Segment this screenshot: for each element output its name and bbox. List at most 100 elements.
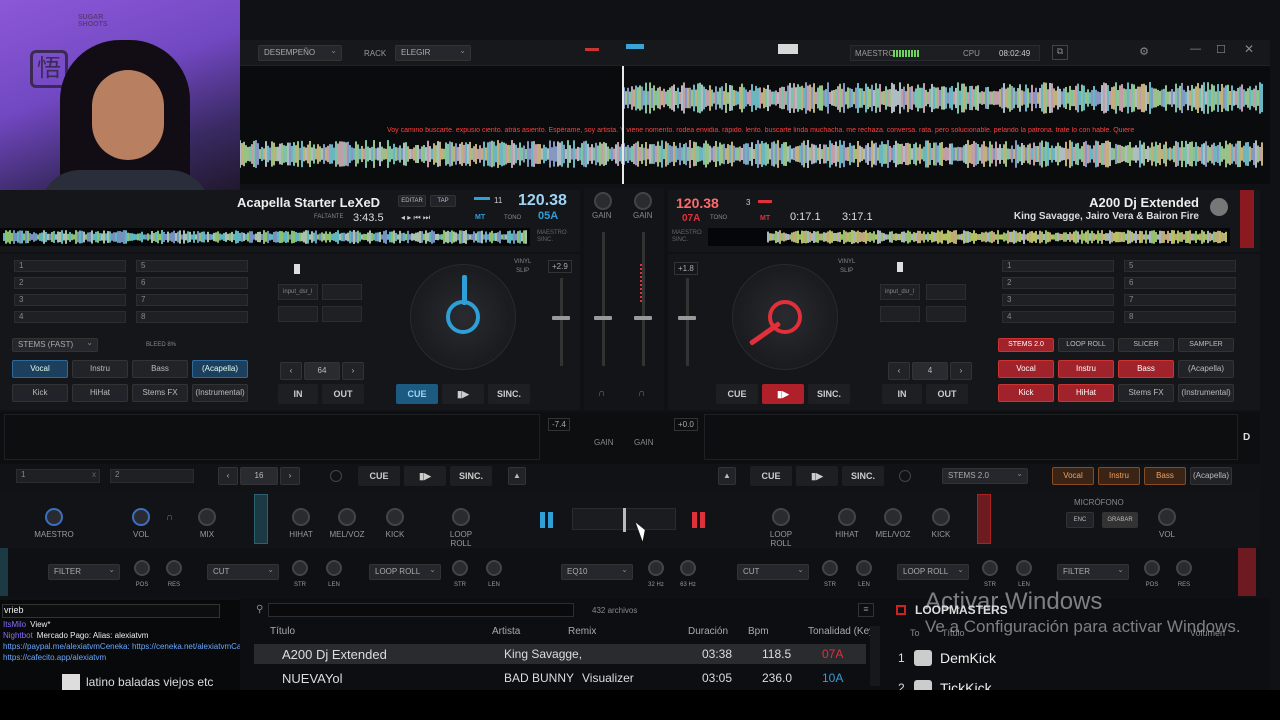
fx-knob-2[interactable]: [292, 560, 308, 576]
volume-fader-left[interactable]: [594, 316, 612, 320]
mic-rec-button[interactable]: GRABAR: [1102, 512, 1138, 528]
view-toggle-icon[interactable]: [778, 44, 798, 54]
gain-knob-right[interactable]: [634, 192, 652, 210]
deck_right-hotcue-8[interactable]: 8: [1124, 311, 1236, 323]
eq-knob-knobs.right-1[interactable]: [838, 508, 856, 526]
deck-right-fx-slot[interactable]: input_dsr_l: [880, 284, 920, 300]
eq-knob-knobs.left-3[interactable]: [452, 508, 470, 526]
deck_right-stem-1-3[interactable]: (Instrumental): [1178, 384, 1234, 402]
waveform-overview[interactable]: Voy camino buscarte. expusio ciento. atr…: [239, 66, 1270, 184]
deck-left-pitch-track[interactable]: [560, 278, 563, 366]
fx-knob-4[interactable]: [452, 560, 468, 576]
deck4-cue-button[interactable]: CUE: [750, 466, 792, 486]
browser-col-4[interactable]: Bpm: [748, 626, 769, 637]
deck-left-cue-button[interactable]: CUE: [396, 384, 438, 404]
fx-eq-select[interactable]: EQ10: [561, 563, 633, 580]
rack-select[interactable]: ELEGIR: [395, 44, 471, 61]
deck_left-hotcue-4[interactable]: 4: [14, 311, 126, 323]
crossfader-left-assign-icon[interactable]: [540, 512, 556, 528]
deck_left-hotcue-5[interactable]: 5: [136, 260, 248, 272]
deck3-slot-1[interactable]: 1x: [16, 469, 100, 483]
deck3-side-tab[interactable]: [254, 494, 268, 544]
close-icon[interactable]: ✕: [1244, 42, 1254, 56]
deck-left-fx-slot-3[interactable]: [278, 306, 318, 322]
record-button-icon[interactable]: ⧉: [1052, 45, 1068, 60]
deck3-sync-icon[interactable]: [330, 470, 342, 482]
deck_left-hotcue-1[interactable]: 1: [14, 260, 126, 272]
deck-left-out-button[interactable]: OUT: [322, 384, 364, 404]
fx-filter-left-select[interactable]: FILTER: [48, 563, 120, 580]
deck-right-play-button[interactable]: ▮▶: [762, 384, 804, 404]
volume-track-left[interactable]: [602, 232, 605, 366]
deck4-eject-icon[interactable]: ▲: [718, 467, 736, 485]
deck3-play-button[interactable]: ▮▶: [404, 466, 446, 486]
deck4-side-tab[interactable]: [977, 494, 991, 544]
browser-col-5[interactable]: Tonalidad (Key): [808, 626, 877, 637]
deck-left-tap-button[interactable]: TAP: [430, 195, 456, 207]
layout-select[interactable]: DESEMPEÑO: [258, 44, 342, 61]
deck3-loop-size[interactable]: 16: [240, 467, 278, 485]
deck-left-master-sync[interactable]: MAESTRO SINC.: [537, 230, 567, 244]
vol-knob[interactable]: [132, 508, 150, 526]
settings-gear-icon[interactable]: ⚙: [1136, 45, 1152, 60]
deck_left-stem-0-1[interactable]: Instru: [72, 360, 128, 378]
deck-right-sync-button[interactable]: SINC.: [808, 384, 850, 404]
deck_right-hotcue-6[interactable]: 6: [1124, 277, 1236, 289]
gain-knob-left[interactable]: [594, 192, 612, 210]
deck_right-hotcue-3[interactable]: 3: [1002, 294, 1114, 306]
deck_left-stem-1-3[interactable]: (Instrumental): [192, 384, 248, 402]
fx-knob-11[interactable]: [1016, 560, 1032, 576]
browser-scrollbar[interactable]: [870, 626, 880, 686]
browser-track-row[interactable]: NUEVAYol BAD BUNNY Visualizer 03:05 236.0 10A: [254, 668, 866, 688]
deck-right-pad-tab-3[interactable]: SAMPLER: [1178, 338, 1234, 352]
deck_right-stem-1-1[interactable]: HiHat: [1058, 384, 1114, 402]
deck-right-cue-button[interactable]: CUE: [716, 384, 758, 404]
deck_left-hotcue-8[interactable]: 8: [136, 311, 248, 323]
fx-loop-roll-right-select[interactable]: LOOP ROLL: [897, 563, 969, 580]
deck_right-hotcue-1[interactable]: 1: [1002, 260, 1114, 272]
deck_right-stem-0-0[interactable]: Vocal: [998, 360, 1054, 378]
fx-knob-0[interactable]: [134, 560, 150, 576]
fx-knob-9[interactable]: [856, 560, 872, 576]
browser-col-3[interactable]: Duración: [688, 626, 728, 637]
fx-knob-8[interactable]: [822, 560, 838, 576]
deck-left-transport-icons[interactable]: ◂ ▸ ⏮ ⏭: [401, 213, 430, 223]
deck-right-pitch-track[interactable]: [686, 278, 689, 366]
deck-left-loop-size[interactable]: 64: [304, 362, 340, 380]
deck3-eject-icon[interactable]: ▲: [508, 467, 526, 485]
deck-left-sync-button[interactable]: SINC.: [488, 384, 530, 404]
browser-col-2[interactable]: Remix: [568, 626, 596, 637]
deck-left-vinyl-slip[interactable]: VINYL SLIP: [514, 258, 531, 276]
deck-right-side-tab[interactable]: [1240, 190, 1254, 248]
deck-right-vinyl-slip[interactable]: VINYL SLIP: [838, 258, 855, 276]
deck_right-stem-1-0[interactable]: Kick: [998, 384, 1054, 402]
deck_right-stem-0-2[interactable]: Bass: [1118, 360, 1174, 378]
volume-fader-right[interactable]: [634, 316, 652, 320]
deck-right-in-button[interactable]: IN: [882, 384, 922, 404]
deck4-stem-acapella[interactable]: (Acapella): [1190, 467, 1232, 485]
deck-right-fx-slot-4[interactable]: [926, 306, 966, 322]
eq-knob-knobs.right-3[interactable]: [932, 508, 950, 526]
master-knob[interactable]: [45, 508, 63, 526]
deck-right-pad-tab-1[interactable]: LOOP ROLL: [1058, 338, 1114, 352]
deck_right-stem-0-1[interactable]: Instru: [1058, 360, 1114, 378]
list-view-icon[interactable]: ≡: [858, 603, 874, 617]
eq-knob-knobs.left-0[interactable]: [292, 508, 310, 526]
fx-knob-10[interactable]: [982, 560, 998, 576]
deck-right-pad-tab-0[interactable]: STEMS 2.0: [998, 338, 1054, 352]
deck-right-out-button[interactable]: OUT: [926, 384, 968, 404]
deck-right-loop-prev[interactable]: ‹: [888, 362, 910, 380]
deck3-loop-next[interactable]: ›: [280, 467, 300, 485]
deck_left-stem-1-0[interactable]: Kick: [12, 384, 68, 402]
eq-knob-knobs.left-2[interactable]: [386, 508, 404, 526]
deck_left-hotcue-2[interactable]: 2: [14, 277, 126, 289]
headphone-left-icon[interactable]: ∩: [598, 388, 605, 399]
deck-left-jog-wheel[interactable]: [410, 264, 516, 370]
mic-enc-button[interactable]: ENC: [1066, 512, 1094, 528]
deck-left-fx-handle[interactable]: [294, 264, 300, 274]
deck-left-fx-slot-2[interactable]: [322, 284, 362, 300]
fx-knob-13[interactable]: [1176, 560, 1192, 576]
browser-col-0[interactable]: Título: [270, 626, 295, 637]
fx-filter-right-select[interactable]: FILTER: [1057, 563, 1129, 580]
deck4-stems-select[interactable]: STEMS 2.0: [942, 467, 1028, 484]
